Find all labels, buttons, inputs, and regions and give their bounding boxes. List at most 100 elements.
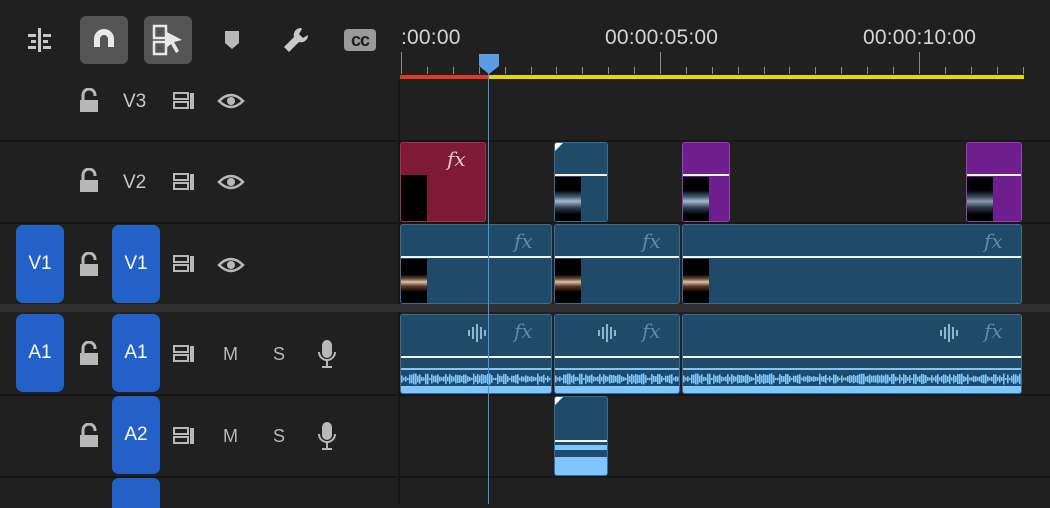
waveform-bar <box>565 374 567 384</box>
lock-icon[interactable] <box>78 168 100 194</box>
waveform-bar <box>401 386 551 393</box>
waveform-bar <box>615 375 617 383</box>
sync-lock-icon[interactable] <box>172 426 196 446</box>
waveform-bar <box>519 377 521 381</box>
waveform-bar <box>535 377 537 381</box>
waveform-bar <box>865 376 867 382</box>
lock-icon[interactable] <box>78 252 100 278</box>
waveform-bar <box>861 373 863 385</box>
waveform-bar <box>899 374 901 384</box>
track-v2: V2 <box>0 142 1050 222</box>
waveform-bar <box>607 376 609 382</box>
waveform-bar <box>437 374 439 384</box>
video-clip-v2-4[interactable] <box>966 142 1022 222</box>
lock-icon[interactable] <box>78 341 100 367</box>
waveform-bar <box>843 377 845 381</box>
audio-clip-a1-2[interactable]: fx <box>554 314 680 394</box>
waveform-bar <box>831 377 833 381</box>
track-label[interactable]: V2 <box>123 172 146 194</box>
waveform-bar <box>507 376 509 382</box>
waveform-bar <box>697 373 699 385</box>
video-clip-v2-2[interactable] <box>554 142 608 222</box>
audio-waveform <box>555 457 607 475</box>
audio-clip-a1-1[interactable]: fx <box>400 314 552 394</box>
video-clip-v1-2[interactable]: fx <box>554 224 680 304</box>
waveform-bar <box>941 375 943 383</box>
track-label[interactable]: V3 <box>123 91 146 113</box>
waveform-bar <box>839 377 841 381</box>
waveform-bar <box>965 377 967 381</box>
waveform-bar <box>505 374 507 384</box>
waveform-bar <box>999 375 1001 383</box>
video-clip-v1-1[interactable]: fx <box>400 224 552 304</box>
solo-button[interactable]: S <box>273 344 285 365</box>
ruler-tick <box>401 52 402 74</box>
source-patch-a1[interactable]: A1 <box>16 314 64 392</box>
video-clip-v1-3[interactable]: fx <box>682 224 1022 304</box>
snap-button[interactable] <box>80 16 128 64</box>
waveform-bar <box>771 373 773 385</box>
eye-icon[interactable] <box>217 257 245 273</box>
waveform-bar <box>453 376 455 382</box>
captions-button[interactable]: cc <box>336 16 384 64</box>
waveform-bar <box>919 375 921 383</box>
waveform-bar <box>979 376 981 382</box>
waveform-bar <box>987 376 989 382</box>
work-area-bar[interactable] <box>488 75 1024 79</box>
sync-lock-icon[interactable] <box>172 344 196 364</box>
waveform-bar <box>579 373 581 385</box>
sync-lock-icon[interactable] <box>172 254 196 274</box>
waveform-bar <box>641 373 643 385</box>
linked-selection-button[interactable] <box>144 16 192 64</box>
add-marker-button[interactable] <box>208 16 256 64</box>
waveform-bar <box>659 374 661 384</box>
volume-line <box>555 356 679 358</box>
waveform-bar <box>815 376 817 382</box>
eye-icon[interactable] <box>217 174 245 190</box>
track-target-a1[interactable]: A1 <box>112 314 160 392</box>
audio-waveform <box>683 373 1021 393</box>
waveform-bar <box>805 376 807 382</box>
video-clip-v2-3[interactable] <box>682 142 730 222</box>
video-clip-v2-1[interactable]: fx <box>400 142 486 222</box>
clip-thumbnail <box>555 259 581 303</box>
clip-thumbnail <box>967 177 993 221</box>
waveform-bar <box>491 375 493 383</box>
timeline-header: cc :00:00 00:00:05:00 00:00:10:00 <box>0 0 1050 80</box>
track-target-a2[interactable]: A2 <box>112 396 160 474</box>
waveform-bar <box>429 377 431 381</box>
lock-icon[interactable] <box>78 88 100 114</box>
waveform-bar <box>953 374 955 384</box>
lock-icon[interactable] <box>78 423 100 449</box>
waveform-bar <box>521 376 523 382</box>
audio-clip-a1-3[interactable]: fx <box>682 314 1022 394</box>
waveform-bar <box>509 377 511 381</box>
sync-lock-icon[interactable] <box>172 91 196 111</box>
waveform-bar <box>895 376 897 382</box>
eye-icon[interactable] <box>217 93 245 109</box>
waveform-bar <box>787 374 789 384</box>
video-audio-divider[interactable] <box>0 304 1050 312</box>
fx-badge: fx <box>447 147 466 171</box>
insert-edit-button[interactable] <box>16 16 64 64</box>
timeline-settings-button[interactable] <box>272 16 320 64</box>
waveform-bar <box>683 375 685 383</box>
waveform-bar <box>705 377 707 381</box>
audio-clip-a2-1[interactable] <box>554 396 608 476</box>
track-target-v1[interactable]: V1 <box>112 225 160 303</box>
waveform-bar <box>869 374 871 384</box>
mute-button[interactable]: M <box>223 344 238 365</box>
waveform-bar <box>795 375 797 383</box>
microphone-icon[interactable] <box>316 420 338 452</box>
source-patch-v1[interactable]: V1 <box>16 225 64 303</box>
solo-button[interactable]: S <box>273 426 285 447</box>
ruler-tick <box>919 52 920 74</box>
waveform-bar <box>995 374 997 384</box>
microphone-icon[interactable] <box>316 338 338 370</box>
mute-button[interactable]: M <box>223 426 238 447</box>
playhead-handle-icon[interactable] <box>477 52 501 76</box>
waveform-bar <box>875 375 877 383</box>
waveform-bar <box>541 376 543 382</box>
sync-lock-icon[interactable] <box>172 172 196 192</box>
playhead-line[interactable] <box>488 60 489 504</box>
